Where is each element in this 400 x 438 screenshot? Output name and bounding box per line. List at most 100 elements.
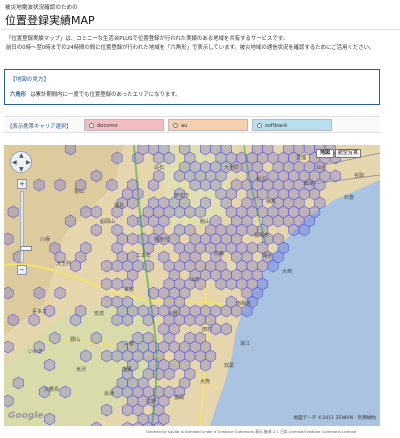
coverage-hexagon	[288, 223, 300, 237]
intro-text: 「位置登録実績マップ」は、コミニーな生活台PLUSで位置登録が行われた実績のある…	[6, 35, 396, 53]
map-place-label: 浪江	[240, 340, 250, 347]
map-place-label: 南相馬	[236, 300, 251, 307]
map-place-label: 館山	[200, 218, 210, 225]
coverage-hexagon	[33, 178, 45, 192]
coverage-hexagon	[142, 313, 154, 327]
coverage-hexagon	[70, 313, 81, 327]
carrier-option-softbank[interactable]: softbank	[252, 119, 332, 131]
coverage-hexagon	[272, 214, 284, 228]
coverage-map[interactable]: 福島 伊達市 相馬 相馬市 新地 亘理 大河原 船岡山 白石 丸森 霊山 川俣 二本松 南相馬 本宮 大玉村安…	[4, 145, 380, 426]
map-place-label: 新地	[304, 180, 314, 187]
coverage-hexagon	[101, 277, 113, 291]
map-place-label: 大熊	[200, 378, 210, 385]
pan-left-icon[interactable]: ◀	[12, 159, 17, 166]
map-place-label: 郡山	[70, 336, 80, 343]
google-logo: Google	[8, 411, 44, 421]
carrier-option-docomo[interactable]: docomo	[84, 119, 164, 131]
coverage-hexagon	[184, 313, 196, 327]
map-place-label: 仙台	[316, 164, 326, 171]
map-place-label: 田村	[202, 326, 212, 333]
pan-control[interactable]: ▲ ▼ ◀ ▶	[10, 151, 32, 173]
coverage-hexagon	[64, 145, 76, 156]
coverage-hexagon	[28, 313, 40, 327]
coverage-hexagon	[106, 178, 118, 192]
coverage-hexagon	[220, 322, 232, 336]
pan-down-icon[interactable]: ▼	[19, 166, 24, 173]
map-place-label: 相馬	[266, 198, 276, 205]
map-place-label: 二本松	[136, 252, 151, 259]
zoom-in-button[interactable]: +	[17, 179, 27, 189]
radio-button[interactable]	[89, 123, 94, 128]
zoom-slider-track[interactable]	[20, 191, 32, 263]
coverage-hexagon	[4, 340, 14, 354]
page-header: 被災地電波状況確認のための 位置登録実績MAP	[0, 0, 400, 30]
coverage-hexagon	[122, 421, 133, 426]
map-place-label: 伊達市	[174, 192, 189, 199]
coverage-hexagon	[137, 214, 149, 228]
coverage-hexagon	[200, 358, 211, 372]
coverage-hexagon	[111, 349, 123, 363]
coverage-hexagon	[64, 214, 76, 228]
intro-line: 前日の0時〜翌0時までの24時間の間に位置登録が行われた地域を「六角形」で表示し…	[6, 45, 375, 52]
map-type-map-button[interactable]: 地図	[316, 149, 334, 158]
zoom-out-button[interactable]: −	[17, 265, 27, 275]
carrier-option-label: au	[181, 122, 188, 129]
coverage-hexagon	[54, 178, 66, 192]
map-place-label: 本宮	[124, 286, 134, 293]
map-place-label: 楢葉	[122, 366, 132, 373]
coverage-hexagon	[220, 304, 232, 318]
coverage-hexagon	[153, 151, 165, 165]
coverage-hexagon	[329, 169, 341, 183]
carrier-option-label: softbank	[265, 122, 288, 129]
coverage-hexagon	[70, 259, 81, 273]
map-place-label: 喜多方	[32, 308, 47, 315]
coverage-hexagon	[153, 367, 165, 381]
coverage-hexagon	[148, 178, 159, 192]
map-place-label: 大河原	[224, 164, 239, 171]
carrier-option-au[interactable]: au	[168, 119, 248, 131]
map-place-label: 富岡	[174, 394, 184, 401]
coverage-hexagon	[101, 259, 113, 273]
coverage-hexagon	[90, 223, 102, 237]
map-place-label: 大崎	[282, 268, 292, 275]
coverage-hexagon	[148, 286, 159, 300]
coverage-hexagon	[111, 151, 123, 165]
license-footer[interactable]: GeoHex by sa2da is licensed under a Crea…	[146, 429, 356, 435]
zoom-slider-handle[interactable]	[20, 246, 32, 251]
coverage-hexagon	[7, 313, 19, 327]
legend-key: 六角形	[10, 92, 27, 98]
map-place-label: 双葉	[224, 362, 234, 369]
coverage-hexagon	[90, 169, 102, 183]
pan-right-icon[interactable]: ▶	[26, 159, 31, 166]
coverage-hexagon	[142, 259, 154, 273]
map-type-satellite-button[interactable]: 航空写真	[335, 149, 361, 158]
intro-line: 「位置登録実績マップ」は、コミニーな生活台PLUSで位置登録が行われた実績のある…	[6, 36, 289, 42]
map-place-label: 船岡山	[100, 218, 115, 225]
map-place-label: 小野	[168, 310, 178, 317]
map-place-label: 三春	[124, 340, 134, 347]
legend-description: は累計期間内に一度でも位置登録のあったエリアになります。	[30, 92, 181, 98]
coverage-hexagon	[111, 313, 123, 327]
coverage-hexagon	[127, 232, 139, 246]
coverage-hexagon	[194, 205, 206, 219]
coverage-hexagon	[44, 412, 56, 426]
pan-up-icon[interactable]: ▲	[19, 152, 24, 159]
coverage-hexagon	[59, 385, 71, 399]
radio-button[interactable]	[173, 123, 178, 128]
map-place-label: 大鷹鳥	[44, 386, 59, 393]
map-place-label: 会津	[104, 390, 114, 397]
coverage-hexagon	[174, 169, 185, 183]
map-attribution[interactable]: 地図データ ©2011 ZENRIN - 利用規約	[293, 415, 376, 421]
map-place-label: 丸森	[214, 250, 224, 257]
coverage-hexagon	[194, 313, 206, 327]
coverage-hexagon	[215, 277, 227, 291]
coverage-hexagon	[33, 286, 45, 300]
map-place-label: 大玉村	[56, 260, 71, 267]
coverage-hexagon	[90, 205, 102, 219]
radio-button[interactable]	[257, 123, 262, 128]
coverage-hexagon	[101, 295, 113, 309]
legend-panel: 【地図の見方】 六角形 は累計期間内に一度でも位置登録のあったエリアになります。	[4, 69, 380, 105]
map-place-label: 福島	[114, 202, 124, 209]
map-place-label: 岩沼	[256, 176, 266, 183]
map-place-label: 石巻	[344, 194, 354, 201]
